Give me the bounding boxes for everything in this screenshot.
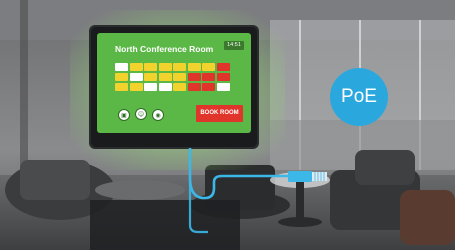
schedule-slot[interactable] [173, 63, 186, 71]
schedule-slot[interactable] [216, 73, 230, 81]
schedule-slot[interactable] [173, 73, 186, 81]
schedule-slot[interactable] [158, 63, 172, 71]
schedule-slot[interactable] [144, 73, 157, 81]
schedule-slot[interactable] [158, 83, 172, 91]
room-title: North Conference Room [115, 44, 214, 54]
schedule-slot[interactable] [173, 83, 186, 91]
schedule-slot[interactable] [187, 63, 201, 71]
schedule-slot[interactable] [115, 73, 128, 81]
book-room-button[interactable]: BOOK ROOM [196, 105, 243, 122]
schedule-slot[interactable] [202, 63, 215, 71]
schedule-slot[interactable] [144, 63, 157, 71]
schedule-slot[interactable] [187, 83, 201, 91]
schedule-slot[interactable] [202, 83, 215, 91]
schedule-slot[interactable] [129, 83, 143, 91]
schedule-slot[interactable] [129, 73, 143, 81]
wifi-icon[interactable]: ◉ [152, 109, 164, 121]
schedule-slot[interactable] [115, 63, 128, 71]
person-icon[interactable]: ☺ [135, 108, 147, 120]
video-icon[interactable]: ▣ [118, 109, 130, 121]
schedule-slot[interactable] [158, 73, 172, 81]
clock-time: 14:51 [224, 41, 244, 50]
schedule-slot[interactable] [187, 73, 201, 81]
schedule-slot[interactable] [216, 83, 230, 91]
schedule-slot[interactable] [129, 63, 143, 71]
schedule-slot[interactable] [115, 83, 128, 91]
poe-badge: PoE [330, 68, 388, 126]
schedule-slot[interactable] [144, 83, 157, 91]
schedule-slot[interactable] [202, 73, 215, 81]
schedule-slot[interactable] [216, 63, 230, 71]
promo-image: North Conference Room 14:51 ▣ ☺ ◉ BOOK ROO… [0, 0, 455, 250]
